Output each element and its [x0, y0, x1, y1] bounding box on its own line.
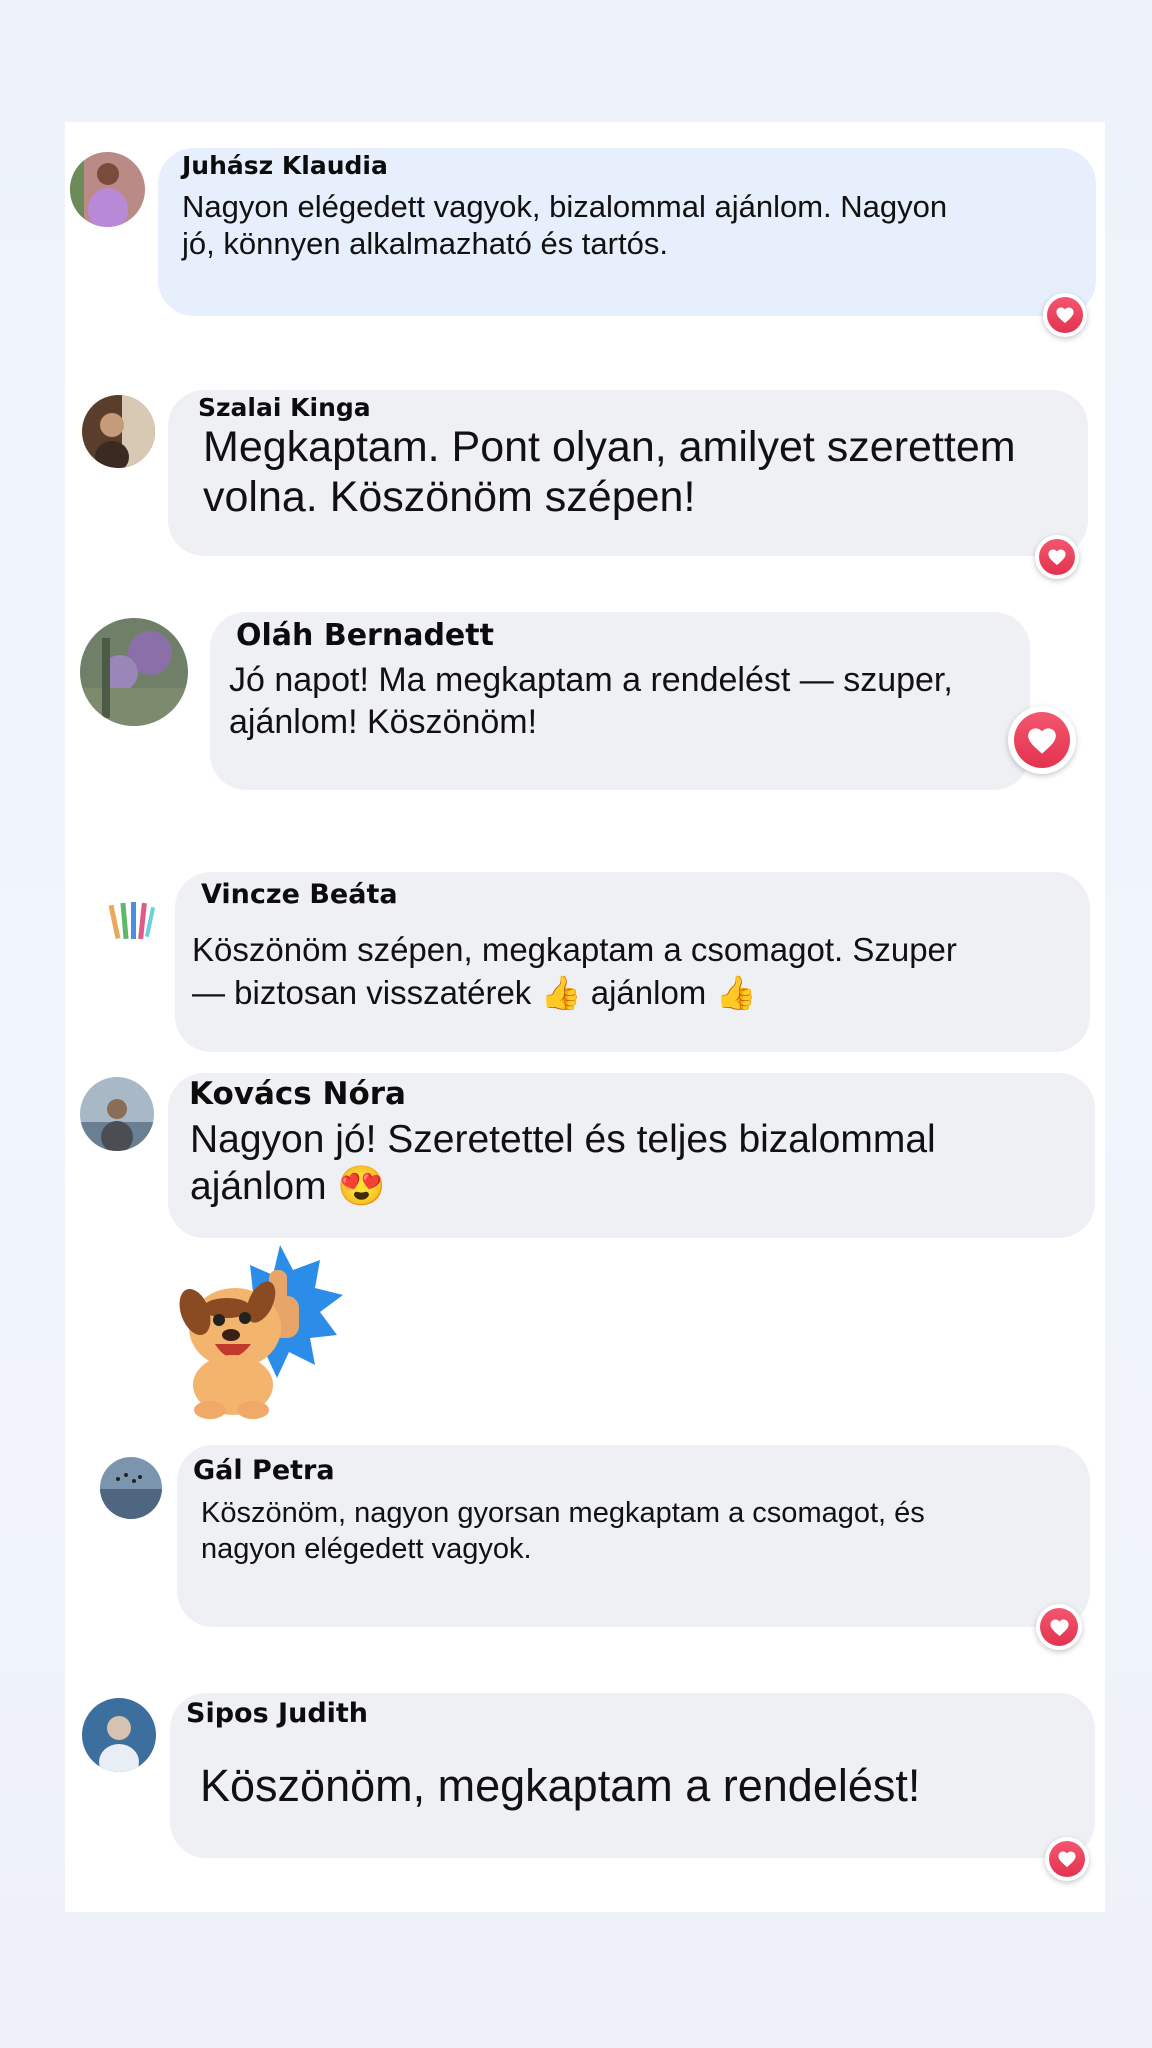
thumbs-up-dog-sticker	[165, 1240, 365, 1420]
avatar[interactable]	[70, 152, 145, 227]
comment-author[interactable]: Sipos Judith	[186, 1698, 368, 1729]
comment-text: Jó napot! Ma megkaptam a rendelést — szu…	[229, 661, 953, 741]
heart-reaction[interactable]	[1043, 293, 1087, 337]
comment-author[interactable]: Oláh Bernadett	[236, 618, 494, 653]
comment-text: Nagyon elégedett vagyok, bizalommal aján…	[182, 189, 948, 261]
heart-reaction[interactable]	[1035, 535, 1079, 579]
avatar[interactable]	[98, 885, 162, 949]
avatar[interactable]	[82, 1698, 156, 1772]
comment-text: Köszönöm szépen, megkaptam a csomagot. S…	[192, 931, 957, 1011]
heart-reaction[interactable]	[1045, 1837, 1089, 1881]
comment-text: Megkaptam. Pont olyan, amilyet szerettem…	[203, 423, 1016, 521]
comment-author[interactable]: Vincze Beáta	[201, 879, 398, 910]
heart-reaction[interactable]	[1008, 706, 1076, 774]
heart-icon	[1056, 307, 1074, 324]
avatar[interactable]	[80, 618, 188, 726]
comment-text: Köszönöm, megkaptam a rendelést!	[200, 1760, 921, 1811]
avatar[interactable]	[100, 1457, 162, 1519]
comment-text: Nagyon jó! Szeretettel és teljes bizalom…	[190, 1118, 936, 1208]
comment-text: Köszönöm, nagyon gyorsan megkaptam a cso…	[201, 1497, 925, 1565]
comment-author[interactable]: Szalai Kinga	[198, 393, 371, 422]
avatar[interactable]	[82, 395, 155, 468]
comment-author[interactable]: Kovács Nóra	[189, 1076, 406, 1112]
heart-icon	[1028, 727, 1056, 754]
avatar[interactable]	[80, 1077, 154, 1151]
comment-author[interactable]: Juhász Klaudia	[182, 151, 388, 180]
heart-reaction[interactable]	[1036, 1604, 1082, 1650]
heart-icon	[1058, 1851, 1076, 1868]
heart-icon	[1048, 549, 1066, 566]
comment-author[interactable]: Gál Petra	[193, 1455, 335, 1486]
heart-icon	[1049, 1619, 1069, 1636]
